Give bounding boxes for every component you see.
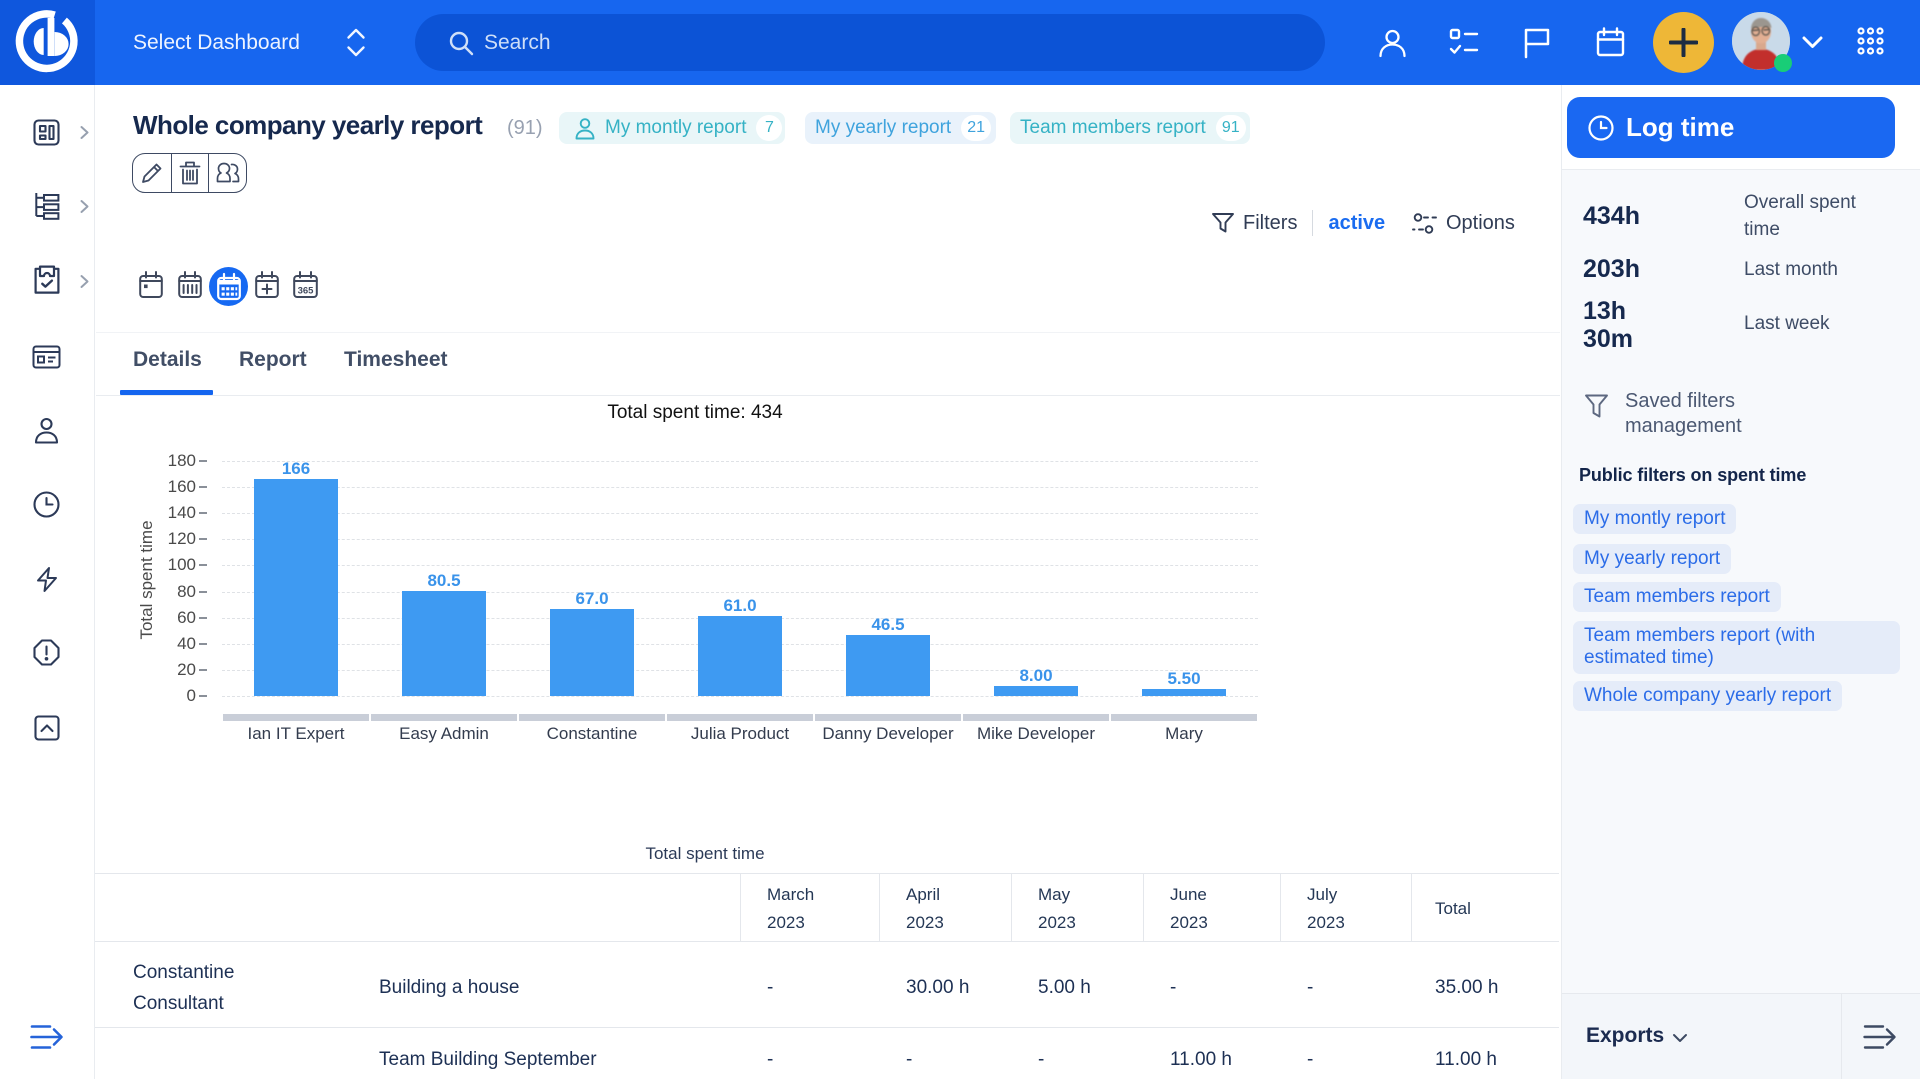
- svg-text:365: 365: [298, 286, 315, 297]
